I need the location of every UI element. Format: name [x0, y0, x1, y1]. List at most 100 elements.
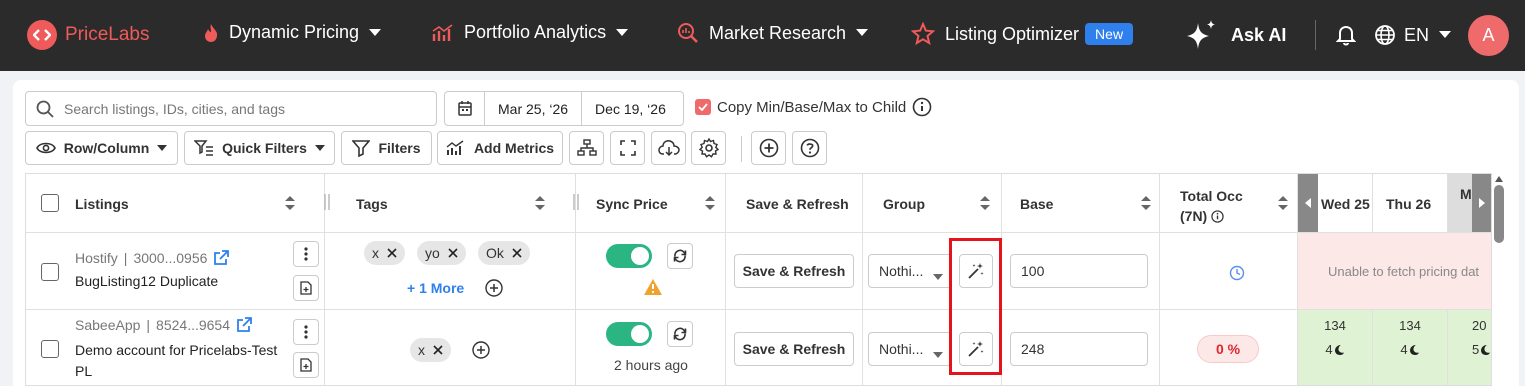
column-resize-handle[interactable]	[573, 194, 579, 215]
brand-name: PriceLabs	[65, 24, 150, 45]
filters-label: Filters	[378, 140, 421, 156]
search-input[interactable]: Search listings, IDs, cities, and tags	[25, 91, 437, 126]
header-sync-price[interactable]: Sync Price	[596, 196, 668, 212]
avatar[interactable]: A	[1468, 15, 1509, 56]
metrics-chart-icon	[446, 140, 466, 156]
add-metrics-label: Add Metrics	[473, 140, 555, 156]
listing-name[interactable]: BugListing12 Duplicate	[75, 273, 218, 289]
header-base[interactable]: Base	[1020, 196, 1053, 212]
total-occupancy-badge: 0 %	[1197, 335, 1259, 363]
help-button[interactable]	[792, 131, 827, 165]
refresh-button[interactable]	[667, 321, 693, 347]
ask-ai-button[interactable]: Ask AI	[1185, 19, 1286, 51]
info-icon[interactable]	[912, 97, 932, 117]
table-scrollbar[interactable]	[1493, 173, 1505, 386]
tag-chip[interactable]: x	[364, 241, 405, 265]
sort-icon[interactable]	[285, 196, 295, 215]
nav-portfolio-analytics[interactable]: Portfolio Analytics	[432, 22, 629, 43]
fullscreen-button[interactable]	[610, 131, 645, 165]
tag-chip[interactable]: yo	[417, 241, 466, 265]
column-resize-handle[interactable]	[324, 194, 330, 215]
base-price-input[interactable]: 248	[1010, 332, 1148, 366]
gear-icon	[698, 138, 719, 158]
sparkle-icon	[1185, 19, 1219, 51]
fullscreen-icon	[619, 140, 636, 156]
highlight-box	[949, 238, 1002, 375]
select-all-checkbox[interactable]	[41, 194, 59, 212]
day-price-cell[interactable]: 134 4	[1298, 310, 1372, 385]
listing-name[interactable]: Demo account for Pricelabs-Test PL	[75, 340, 277, 382]
sort-icon[interactable]	[980, 196, 990, 215]
nav-listing-optimizer[interactable]: Listing Optimizer New	[911, 22, 1134, 46]
calendar-scroll-left[interactable]	[1298, 174, 1318, 232]
more-options-button[interactable]	[293, 241, 319, 267]
settings-button[interactable]	[691, 131, 726, 165]
add-listing-button[interactable]	[751, 131, 786, 165]
header-listings[interactable]: Listings	[75, 196, 129, 212]
end-date[interactable]: Dec 19, ‘26	[582, 92, 679, 125]
min-stay: 4	[1298, 342, 1372, 357]
listing-source: SabeeApp | 8524...9654	[75, 317, 252, 333]
save-refresh-button[interactable]: Save & Refresh	[734, 332, 854, 366]
tag-chip[interactable]: x	[410, 338, 451, 362]
add-tag-icon[interactable]	[484, 278, 504, 303]
start-date[interactable]: Mar 25, ‘26	[485, 92, 583, 125]
refresh-button[interactable]	[667, 243, 693, 269]
day-price-cell[interactable]: 20 5	[1448, 310, 1491, 385]
row-column-button[interactable]: Row/Column	[25, 131, 178, 165]
nav-market-research[interactable]: Market Research	[677, 22, 869, 44]
header-day-thu: Thu 26	[1386, 196, 1432, 212]
close-icon[interactable]	[448, 248, 458, 258]
row-checkbox[interactable]	[41, 263, 59, 281]
calendar-scroll-right[interactable]	[1472, 174, 1491, 232]
group-select[interactable]: Nothi...	[868, 254, 952, 288]
close-icon[interactable]	[387, 248, 397, 258]
add-note-button[interactable]	[293, 352, 319, 378]
sort-icon[interactable]	[1278, 196, 1288, 215]
close-icon[interactable]	[512, 248, 522, 258]
external-link-icon[interactable]	[213, 250, 230, 266]
download-button[interactable]	[651, 131, 686, 165]
filters-button[interactable]: Filters	[341, 131, 432, 165]
sort-icon[interactable]	[705, 196, 715, 215]
bell-icon[interactable]	[1335, 24, 1357, 51]
header-save-refresh: Save & Refresh	[746, 196, 849, 212]
sort-icon[interactable]	[535, 196, 545, 215]
moon-icon	[1479, 344, 1491, 356]
sort-icon[interactable]	[1141, 196, 1151, 215]
base-price-input[interactable]: 100	[1010, 254, 1148, 288]
more-tags-link[interactable]: + 1 More	[407, 280, 464, 296]
nav-dynamic-pricing[interactable]: Dynamic Pricing	[203, 22, 382, 43]
add-note-button[interactable]	[293, 275, 319, 301]
close-icon[interactable]	[433, 345, 443, 355]
group-select[interactable]: Nothi...	[868, 332, 952, 366]
day-price-cell[interactable]: 134 4	[1373, 310, 1447, 385]
tag-label: x	[372, 245, 379, 261]
row-checkbox[interactable]	[41, 340, 59, 358]
quick-filters-button[interactable]: Quick Filters	[184, 131, 335, 165]
header-group[interactable]: Group	[883, 196, 925, 212]
add-metrics-button[interactable]: Add Metrics	[437, 131, 563, 165]
save-refresh-button[interactable]: Save & Refresh	[734, 254, 854, 288]
date-range-picker[interactable]: Mar 25, ‘26 Dec 19, ‘26	[444, 91, 684, 126]
cloud-download-icon	[657, 139, 680, 157]
header-tags[interactable]: Tags	[356, 196, 388, 212]
tag-label: x	[418, 342, 425, 358]
add-tag-icon[interactable]	[471, 340, 491, 365]
sync-price-toggle[interactable]	[606, 322, 652, 346]
pricelabs-logo-icon	[27, 20, 57, 50]
copy-checkbox[interactable]	[695, 99, 711, 115]
external-link-icon[interactable]	[236, 317, 252, 333]
language-selector[interactable]: EN	[1374, 24, 1452, 46]
tag-chip[interactable]: Ok	[478, 241, 530, 265]
info-icon[interactable]	[1211, 209, 1224, 223]
calendar-icon[interactable]	[445, 92, 485, 125]
warning-icon[interactable]	[643, 278, 663, 301]
more-options-button[interactable]	[293, 319, 319, 345]
sync-price-toggle[interactable]	[606, 244, 652, 268]
header-total-occ[interactable]: Total Occ (7N)	[1180, 186, 1243, 226]
brand-logo[interactable]: PriceLabs	[27, 20, 150, 50]
listing-source-name: SabeeApp	[75, 317, 141, 333]
copy-min-base-max-option[interactable]: Copy Min/Base/Max to Child	[695, 97, 932, 117]
hierarchy-button[interactable]	[569, 131, 604, 165]
